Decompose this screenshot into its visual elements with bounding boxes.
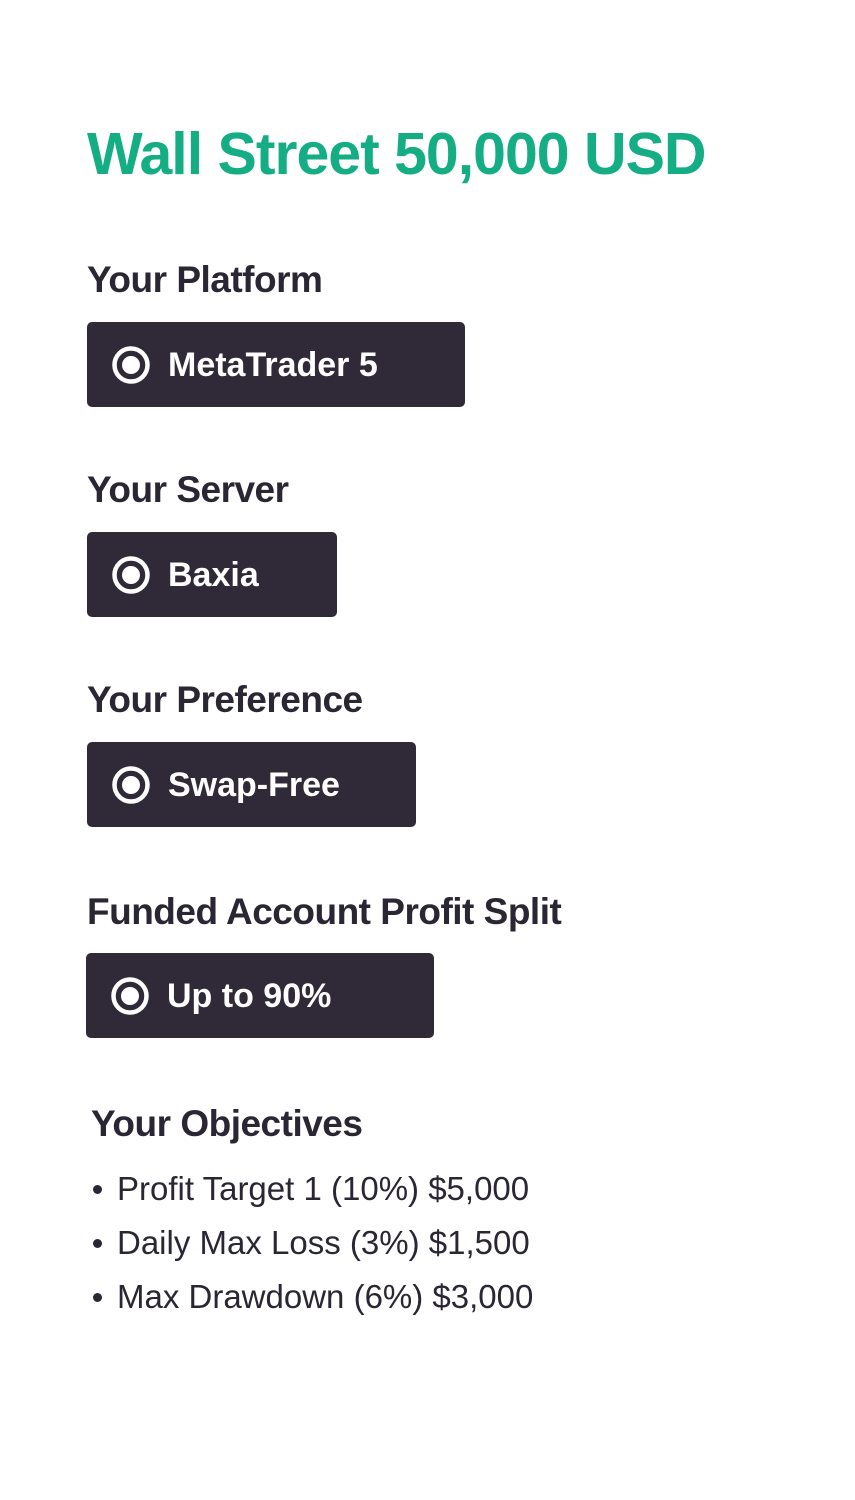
server-heading: Your Server: [87, 469, 289, 510]
platform-option-button[interactable]: MetaTrader 5: [87, 322, 465, 407]
objective-text: Profit Target 1 (10%) $5,000: [117, 1170, 530, 1207]
objective-text: Daily Max Loss (3%) $1,500: [117, 1224, 530, 1261]
objectives-list: Profit Target 1 (10%) $5,000 Daily Max L…: [93, 1162, 533, 1324]
bullet-icon: [93, 1292, 102, 1302]
objective-item: Profit Target 1 (10%) $5,000: [93, 1162, 533, 1216]
objective-text: Max Drawdown (6%) $3,000: [117, 1278, 534, 1315]
server-option-label: Baxia: [168, 555, 259, 594]
bullet-icon: [93, 1238, 102, 1248]
objectives-heading: Your Objectives: [91, 1103, 363, 1144]
platform-heading: Your Platform: [87, 259, 323, 300]
profit-split-option-button[interactable]: Up to 90%: [86, 953, 434, 1038]
page-title: Wall Street 50,000 USD: [87, 121, 707, 187]
objective-item: Max Drawdown (6%) $3,000: [93, 1270, 533, 1324]
preference-heading: Your Preference: [87, 679, 363, 720]
bullet-icon: [93, 1184, 102, 1194]
radio-selected-icon: [112, 345, 150, 384]
objective-item: Daily Max Loss (3%) $1,500: [93, 1216, 533, 1270]
radio-selected-icon: [111, 976, 149, 1015]
preference-option-button[interactable]: Swap-Free: [87, 742, 416, 827]
profit-split-heading: Funded Account Profit Split: [87, 891, 562, 932]
preference-option-label: Swap-Free: [168, 765, 340, 804]
platform-option-label: MetaTrader 5: [168, 345, 378, 384]
radio-selected-icon: [112, 555, 150, 594]
profit-split-option-label: Up to 90%: [167, 976, 332, 1015]
radio-selected-icon: [112, 765, 150, 804]
server-option-button[interactable]: Baxia: [87, 532, 337, 617]
